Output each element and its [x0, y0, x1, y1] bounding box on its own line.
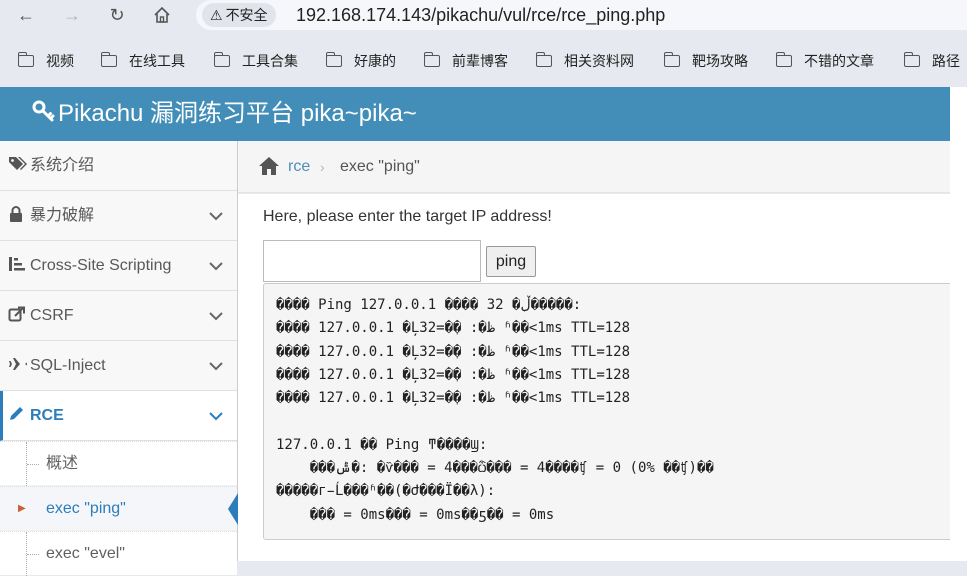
share-icon	[8, 293, 28, 322]
folder-icon	[535, 52, 552, 67]
app-title[interactable]: Pikachu 漏洞练习平台 pika~pika~	[32, 99, 417, 131]
bookmarks-bar: 视频 在线工具 工具合集 好康的 前辈博客 相关资料网 靶场攻略 不错的文章 路…	[0, 42, 967, 80]
caret-right-icon: ▶	[18, 503, 26, 514]
bookmark-item[interactable]: 路径	[903, 51, 960, 71]
browser-toolbar: ← → ↻ ⚠ 不安全 192.168.174.143/pikachu/vul/r…	[0, 0, 967, 32]
ip-input[interactable]	[263, 240, 481, 282]
breadcrumb-separator-icon: ›	[320, 159, 325, 175]
app-header: Pikachu 漏洞练习平台 pika~pika~	[0, 87, 950, 141]
sidebar-item-rce[interactable]: RCE	[0, 391, 237, 441]
output-line: ���� 127.0.0.1 �Ļظ�: �ֽ�=32 ʱ��<1ms TTL=…	[276, 390, 631, 407]
plane-icon	[8, 343, 28, 370]
output-line: ���� 127.0.0.1 �Ļظ�: �ֽ�=32 ʱ��<1ms TTL=…	[276, 343, 631, 360]
sidebar-subitem-exec-ping[interactable]: ▶ exec "ping"	[0, 486, 238, 530]
warning-icon: ⚠	[210, 8, 223, 24]
pencil-icon	[8, 393, 28, 420]
breadcrumb-current: exec "ping"	[340, 158, 420, 175]
tags-icon	[8, 143, 28, 170]
sidebar-item-sqli[interactable]: SQL-Inject	[0, 341, 237, 391]
sidebar-subitem-overview[interactable]: 概述	[0, 441, 237, 486]
reload-icon[interactable]: ↻	[105, 4, 129, 26]
breadcrumb: rce › exec "ping"	[238, 141, 950, 193]
folder-icon	[663, 52, 680, 67]
sidebar-item-xss[interactable]: Cross-Site Scripting	[0, 241, 237, 291]
bookmark-item[interactable]: 视频	[17, 51, 74, 71]
chevron-down-icon	[209, 291, 223, 341]
key-icon	[32, 99, 58, 131]
sitemap-icon	[8, 243, 28, 271]
main-content: Here, please enter the target IP address…	[238, 194, 963, 561]
sidebar-subitem-exec-evel[interactable]: exec "evel"	[0, 531, 237, 576]
chevron-down-icon	[209, 191, 223, 241]
sidebar: 系统介绍 暴力破解 Cross-Site Scripting CSRF SQL-…	[0, 141, 238, 576]
back-icon[interactable]: ←	[14, 4, 38, 26]
output-line: 127.0.0.1 �� Ping ͳ����Ϣ:	[276, 436, 488, 453]
chevron-down-icon	[209, 241, 223, 291]
folder-icon	[423, 52, 440, 67]
chevron-down-icon	[209, 341, 223, 391]
lock-icon	[8, 193, 28, 222]
output-line: ���� Ping 127.0.0.1 ���� 32 �ֽڵ�����:	[276, 297, 582, 313]
folder-icon	[903, 52, 920, 67]
sidebar-item-bruteforce[interactable]: 暴力破解	[0, 191, 237, 241]
bookmark-item[interactable]: 好康的	[325, 51, 396, 71]
bookmark-item[interactable]: 前辈博客	[423, 51, 508, 71]
bookmark-item[interactable]: 靶场攻略	[663, 51, 748, 71]
home-icon[interactable]	[258, 156, 280, 176]
output-line: ���� 127.0.0.1 �Ļظ�: �ֽ�=32 ʱ��<1ms TTL=…	[276, 366, 631, 383]
sidebar-item-intro[interactable]: 系统介绍	[0, 141, 237, 191]
security-indicator[interactable]: ⚠ 不安全	[202, 3, 276, 27]
bookmark-item[interactable]: 工具合集	[213, 51, 298, 71]
output-line: ���ݰ�: �ѷ��� = 4���ѽ��� = 4����ʧ = 0 (0%…	[276, 460, 714, 477]
folder-icon	[775, 52, 792, 67]
address-bar[interactable]: ⚠ 不安全 192.168.174.143/pikachu/vul/rce/rce…	[196, 0, 967, 30]
ping-button[interactable]: ping	[486, 246, 536, 277]
ping-output: ���� Ping 127.0.0.1 ���� 32 �ֽڵ�����: ��…	[263, 283, 963, 540]
output-line: ���� 127.0.0.1 �Ļظ�: �ֽ�=32 ʱ��<1ms TTL=…	[276, 320, 631, 337]
bookmark-item[interactable]: 相关资料网	[535, 51, 634, 71]
chevron-down-icon	[209, 391, 223, 441]
output-line: ��� = 0ms��� = 0ms��ƽ�� = 0ms	[276, 506, 555, 523]
folder-icon	[325, 52, 342, 67]
active-pointer	[228, 493, 238, 525]
bookmark-item[interactable]: 不错的文章	[775, 51, 874, 71]
prompt-text: Here, please enter the target IP address…	[263, 208, 552, 225]
bookmark-item[interactable]: 在线工具	[100, 51, 185, 71]
folder-icon	[213, 52, 230, 67]
home-browser-icon[interactable]	[150, 4, 174, 26]
url-text[interactable]: 192.168.174.143/pikachu/vul/rce/rce_ping…	[296, 4, 665, 26]
forward-icon[interactable]: →	[60, 4, 84, 26]
breadcrumb-rce[interactable]: rce	[288, 157, 310, 177]
folder-icon	[100, 52, 117, 67]
sidebar-item-csrf[interactable]: CSRF	[0, 291, 237, 341]
page-edge	[950, 87, 967, 561]
folder-icon	[17, 52, 34, 67]
output-line: �����г̵Ĺ���ʱ��(�Ժ���Ϊ��λ):	[276, 483, 496, 500]
